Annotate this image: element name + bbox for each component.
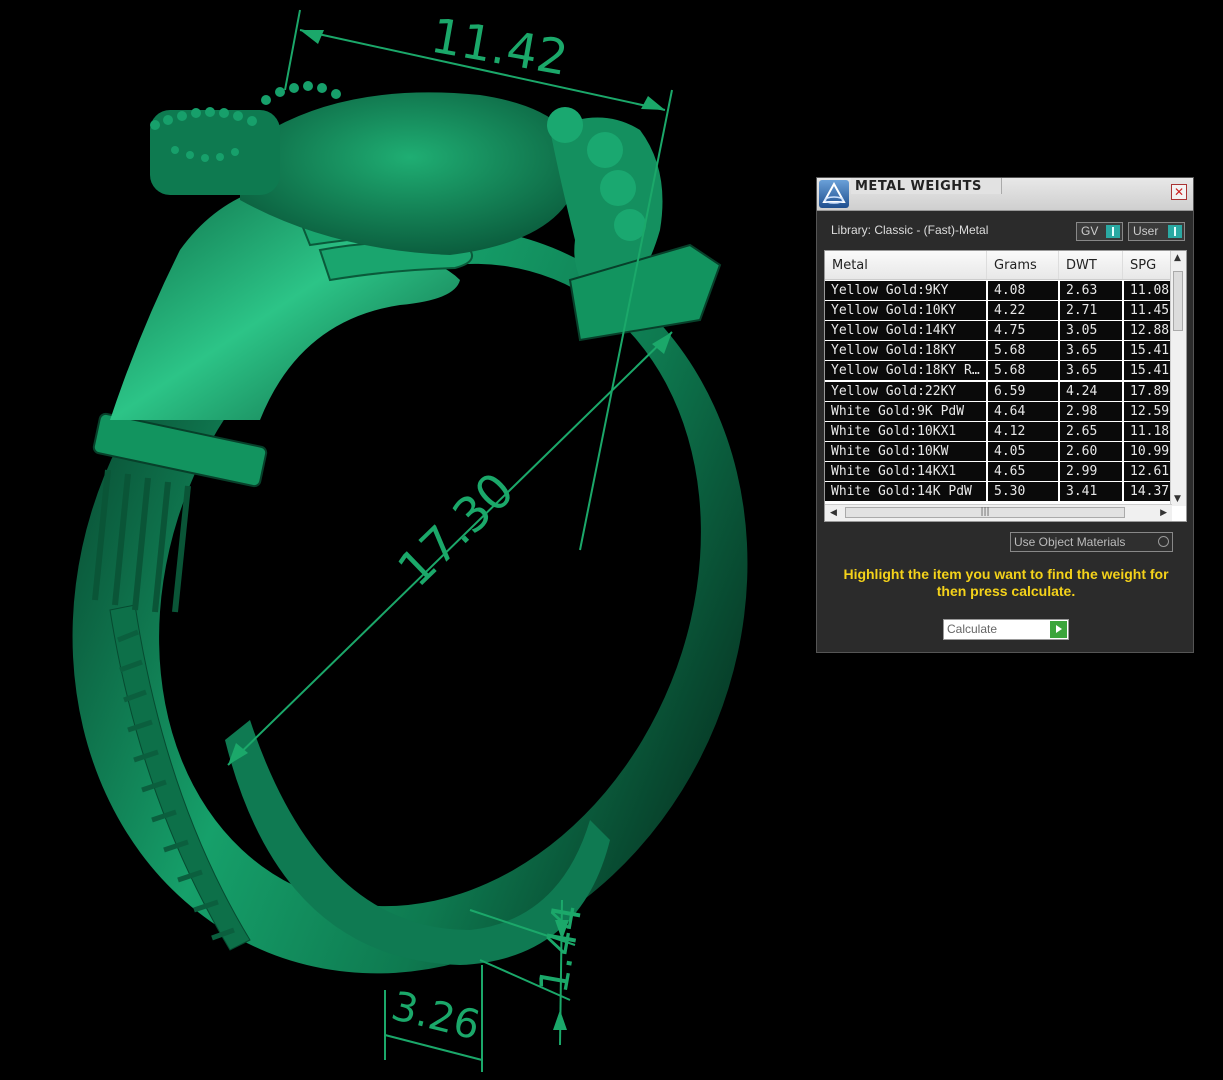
- column-header-spg[interactable]: SPG: [1123, 251, 1172, 279]
- calculate-button[interactable]: Calculate: [943, 619, 1069, 640]
- cell-dwt: 2.65: [1060, 421, 1122, 441]
- table-row[interactable]: Yellow Gold:10KY 4.22 2.71 11.45: [825, 301, 1172, 321]
- table-row[interactable]: Yellow Gold:14KY 4.75 3.05 12.88: [825, 321, 1172, 341]
- cell-spg: 15.41: [1124, 341, 1172, 361]
- radio-circle-icon: [1158, 536, 1169, 547]
- toggle-switch-icon: [1106, 225, 1120, 238]
- cell-grams: 4.64: [988, 401, 1058, 421]
- cell-metal: White Gold:10KX1: [825, 421, 986, 441]
- gv-toggle-label: GV: [1081, 224, 1099, 238]
- cell-dwt: 2.98: [1060, 401, 1122, 421]
- scroll-thumb[interactable]: [1173, 271, 1183, 331]
- cell-metal: White Gold:9K PdW: [825, 401, 986, 421]
- table-row[interactable]: White Gold:14K PdW 5.30 3.41 14.37: [825, 482, 1172, 501]
- cell-grams: 5.30: [988, 482, 1058, 501]
- library-label: Library: Classic - (Fast)-Metal: [831, 223, 989, 237]
- cell-spg: 11.45: [1124, 301, 1172, 321]
- cell-grams: 4.22: [988, 301, 1058, 321]
- panel-titlebar[interactable]: METAL WEIGHTS ✕: [817, 178, 1193, 211]
- cell-metal: White Gold:14K PdW: [825, 482, 986, 501]
- use-object-materials-toggle[interactable]: Use Object Materials: [1010, 532, 1173, 552]
- cell-dwt: 2.63: [1060, 281, 1122, 300]
- table-row[interactable]: White Gold:9K PdW 4.64 2.98 12.59: [825, 401, 1172, 421]
- cell-spg: 10.99: [1124, 441, 1172, 461]
- toggle-switch-icon: [1168, 225, 1182, 238]
- cell-grams: 5.68: [988, 361, 1058, 381]
- cell-metal: Yellow Gold:14KY: [825, 321, 986, 341]
- cell-dwt: 3.05: [1060, 321, 1122, 341]
- cell-spg: 12.61: [1124, 461, 1172, 481]
- table-row[interactable]: White Gold:10KW 4.05 2.60 10.99: [825, 441, 1172, 461]
- scroll-right-icon[interactable]: ▶: [1160, 508, 1167, 518]
- cell-metal: Yellow Gold:18KY R…: [825, 361, 986, 381]
- table-row[interactable]: Yellow Gold:18KY 5.68 3.65 15.41: [825, 341, 1172, 361]
- cell-dwt: 3.65: [1060, 361, 1122, 381]
- cell-dwt: 2.60: [1060, 441, 1122, 461]
- cell-grams: 4.05: [988, 441, 1058, 461]
- cell-grams: 4.75: [988, 321, 1058, 341]
- cell-grams: 6.59: [988, 381, 1058, 401]
- table-row[interactable]: Yellow Gold:9KY 4.08 2.63 11.08: [825, 281, 1172, 300]
- cell-spg: 15.41: [1124, 361, 1172, 381]
- cell-grams: 4.12: [988, 421, 1058, 441]
- table-header: Metal Grams DWT SPG: [825, 251, 1172, 280]
- panel-title: METAL WEIGHTS: [855, 179, 982, 194]
- horizontal-scrollbar[interactable]: ◀ ||| ▶: [825, 504, 1172, 521]
- vertical-scrollbar[interactable]: ▲ ▼: [1170, 251, 1186, 506]
- cell-grams: 4.65: [988, 461, 1058, 481]
- column-header-dwt[interactable]: DWT: [1059, 251, 1123, 279]
- column-header-grams[interactable]: Grams: [987, 251, 1059, 279]
- cell-grams: 4.08: [988, 281, 1058, 300]
- table-row[interactable]: Yellow Gold:22KY 6.59 4.24 17.89: [825, 381, 1172, 401]
- cell-dwt: 3.41: [1060, 482, 1122, 501]
- cell-spg: 11.18: [1124, 421, 1172, 441]
- cell-spg: 12.88: [1124, 321, 1172, 341]
- close-icon[interactable]: ✕: [1171, 184, 1187, 200]
- table-row[interactable]: Yellow Gold:18KY R… 5.68 3.65 15.41: [825, 361, 1172, 381]
- cell-dwt: 2.99: [1060, 461, 1122, 481]
- scroll-down-icon[interactable]: ▼: [1174, 494, 1181, 504]
- scroll-left-icon[interactable]: ◀: [830, 508, 837, 518]
- app-logo-icon: [819, 180, 849, 208]
- user-toggle-label: User: [1133, 224, 1159, 238]
- play-arrow-icon: [1050, 621, 1067, 638]
- cell-spg: 14.37: [1124, 482, 1172, 501]
- cell-dwt: 2.71: [1060, 301, 1122, 321]
- cell-dwt: 3.65: [1060, 341, 1122, 361]
- cell-metal: Yellow Gold:18KY: [825, 341, 986, 361]
- hint-text: Highlight the item you want to find the …: [843, 566, 1169, 599]
- use-object-materials-label: Use Object Materials: [1014, 535, 1126, 549]
- table-row[interactable]: White Gold:14KX1 4.65 2.99 12.61: [825, 461, 1172, 481]
- cell-metal: White Gold:14KX1: [825, 461, 986, 481]
- calculate-label: Calculate: [947, 622, 998, 636]
- cell-metal: Yellow Gold:10KY: [825, 301, 986, 321]
- cell-spg: 17.89: [1124, 381, 1172, 401]
- cell-grams: 5.68: [988, 341, 1058, 361]
- table-row[interactable]: White Gold:10KX1 4.12 2.65 11.18: [825, 421, 1172, 441]
- user-toggle[interactable]: User: [1128, 222, 1185, 241]
- cell-dwt: 4.24: [1060, 381, 1122, 401]
- cell-spg: 11.08: [1124, 281, 1172, 300]
- dimension-top-width: 11.42: [427, 8, 572, 87]
- cell-metal: Yellow Gold:9KY: [825, 281, 986, 300]
- metal-table[interactable]: Metal Grams DWT SPG Yellow Gold:9KY 4.08 2…: [824, 250, 1187, 522]
- cell-metal: Yellow Gold:22KY: [825, 381, 986, 401]
- gv-toggle[interactable]: GV: [1076, 222, 1123, 241]
- column-header-metal[interactable]: Metal: [825, 251, 987, 279]
- scroll-thumb[interactable]: |||: [845, 507, 1125, 518]
- scroll-up-icon[interactable]: ▲: [1174, 253, 1181, 263]
- cell-spg: 12.59: [1124, 401, 1172, 421]
- cell-metal: White Gold:10KW: [825, 441, 986, 461]
- metal-weights-panel: METAL WEIGHTS ✕ Library: Classic - (Fast…: [816, 177, 1194, 653]
